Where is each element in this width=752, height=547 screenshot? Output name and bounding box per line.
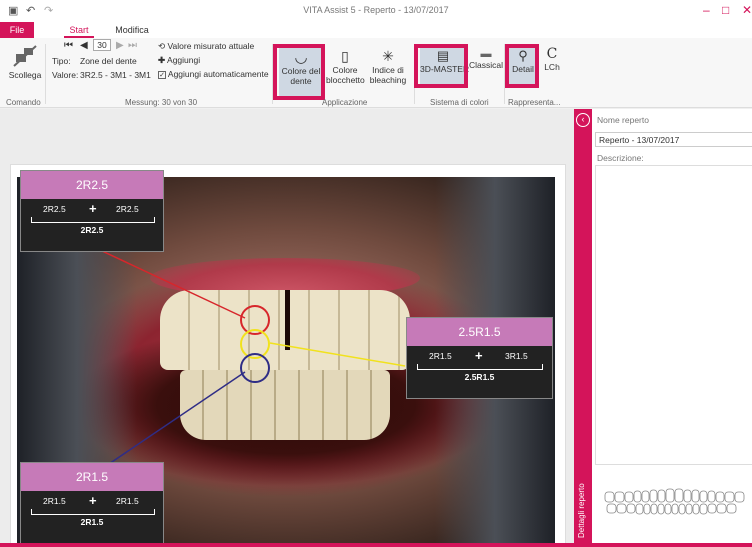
tooth-icon[interactable]	[616, 503, 627, 514]
shade-result: 2R1.5	[80, 517, 104, 527]
shade-right-value: 2R2.5	[116, 204, 139, 214]
tooth-icon[interactable]	[665, 488, 675, 503]
tooth-icon[interactable]	[699, 490, 708, 503]
descrizione-textarea[interactable]	[595, 165, 752, 465]
bracket	[31, 217, 155, 223]
tooth-icon[interactable]	[724, 491, 735, 503]
tooth-icon[interactable]	[664, 503, 672, 515]
dental-chart[interactable]	[595, 480, 752, 520]
tooth-icon[interactable]	[707, 503, 717, 514]
plus-sign: +	[89, 493, 97, 508]
bottom-accent-bar	[0, 543, 752, 547]
shade-left-value: 2R2.5	[43, 204, 66, 214]
tooth-icon[interactable]	[643, 503, 651, 515]
bracket	[31, 509, 155, 515]
shade-result: 2.5R1.5	[464, 372, 495, 382]
tooth-icon[interactable]	[678, 503, 686, 515]
shade-left-value: 2R1.5	[43, 496, 66, 506]
shade-right-value: 2R1.5	[116, 496, 139, 506]
collapse-icon[interactable]: ‹	[576, 113, 590, 127]
nome-input[interactable]: Reperto - 13/07/2017	[595, 132, 752, 147]
tooth-icon[interactable]	[692, 503, 700, 515]
tooth-icon[interactable]	[715, 491, 725, 503]
details-strip[interactable]	[574, 109, 592, 547]
tooth-icon[interactable]	[683, 489, 692, 503]
shade-box-cervical[interactable]: 2R2.5 2R2.5 + 2R2.5 2R2.5	[20, 170, 164, 252]
tooth-icon[interactable]	[650, 503, 658, 515]
nome-label: Nome reperto	[597, 115, 649, 125]
tooth-icon[interactable]	[614, 491, 625, 503]
connector-line-red	[99, 249, 246, 319]
shade-result: 2R2.5	[80, 225, 104, 235]
tooth-icon[interactable]	[657, 503, 665, 515]
tooth-icon[interactable]	[707, 490, 716, 503]
shade-box-header: 2R1.5	[21, 463, 163, 491]
plus-sign: +	[475, 348, 483, 363]
tooth-icon[interactable]	[716, 503, 727, 514]
bracket	[417, 364, 543, 370]
tooth-icon[interactable]	[624, 491, 634, 503]
details-strip-label: Dettagli reperto	[577, 483, 586, 538]
shade-left-value: 2R1.5	[429, 351, 452, 361]
shade-box-incisal[interactable]: 2R1.5 2R1.5 + 2R1.5 2R1.5	[20, 462, 164, 544]
tooth-icon[interactable]	[635, 503, 644, 515]
shade-box-header: 2.5R1.5	[407, 318, 552, 346]
tooth-icon[interactable]	[633, 490, 642, 503]
tooth-icon[interactable]	[657, 489, 666, 503]
shade-right-value: 3R1.5	[505, 351, 528, 361]
tooth-icon[interactable]	[604, 491, 615, 503]
tooth-icon[interactable]	[734, 491, 745, 503]
tooth-icon[interactable]	[626, 503, 636, 514]
shade-box-middle[interactable]: 2.5R1.5 2R1.5 + 3R1.5 2.5R1.5	[406, 317, 553, 399]
tooth-icon[interactable]	[699, 503, 708, 515]
tooth-icon[interactable]	[671, 503, 679, 515]
connector-line-yellow	[269, 342, 406, 367]
tooth-icon[interactable]	[641, 490, 650, 503]
tooth-icon[interactable]	[649, 489, 658, 503]
plus-sign: +	[89, 201, 97, 216]
tooth-icon[interactable]	[685, 503, 693, 515]
tooth-icon[interactable]	[606, 503, 617, 514]
descrizione-label: Descrizione:	[597, 153, 644, 163]
connector-line-blue	[99, 371, 246, 471]
tooth-icon[interactable]	[691, 489, 700, 503]
shade-box-header: 2R2.5	[21, 171, 163, 199]
tooth-icon[interactable]	[726, 503, 737, 514]
tooth-icon[interactable]	[674, 488, 684, 503]
